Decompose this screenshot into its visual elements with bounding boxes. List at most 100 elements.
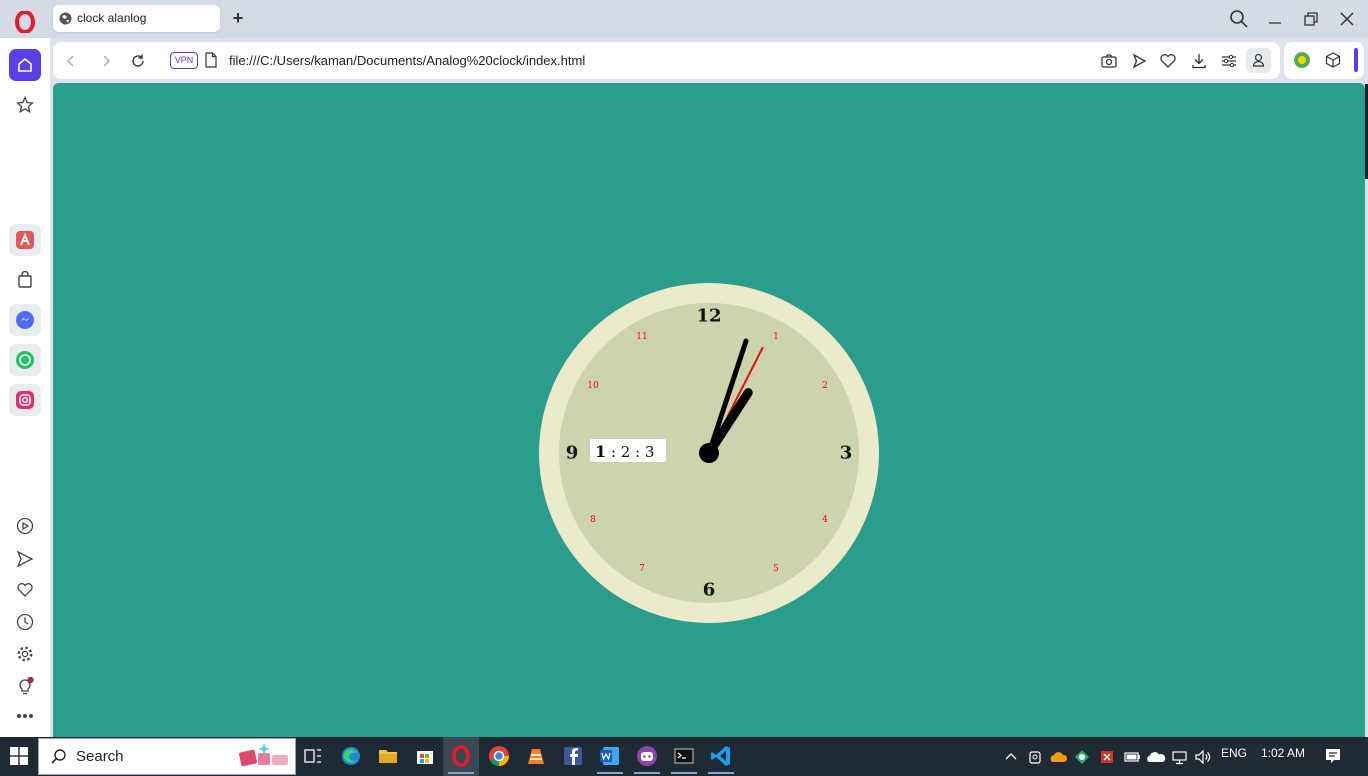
file-explorer-icon[interactable] <box>375 743 401 769</box>
search-label: Search <box>76 748 124 765</box>
onedrive-icon[interactable] <box>1146 748 1166 766</box>
sidebar-flow-button[interactable] <box>9 543 41 575</box>
network-icon[interactable] <box>1170 748 1190 766</box>
meet-now-icon[interactable] <box>1027 748 1045 766</box>
back-icon[interactable] <box>62 52 80 70</box>
more-icon <box>17 714 33 718</box>
digital-separator-1: : <box>606 443 621 461</box>
globe-icon <box>59 12 72 25</box>
download-icon[interactable] <box>1190 52 1208 70</box>
task-view-icon[interactable] <box>300 743 326 769</box>
gear-icon <box>17 646 33 662</box>
sidebar-settings-button[interactable] <box>9 638 41 670</box>
search-icon <box>51 749 66 764</box>
extensions-cube-icon[interactable] <box>1324 51 1342 69</box>
digital-time-readout: 1 : 2 : 3 <box>589 438 667 463</box>
browser-title-bar: clock alanlog + <box>0 0 1368 38</box>
minimize-icon[interactable] <box>1265 9 1285 29</box>
numeral-1: 1 <box>773 332 779 342</box>
sidebar-home-button[interactable] <box>9 49 41 81</box>
volume-icon[interactable] <box>1193 748 1213 766</box>
instagram-icon <box>16 391 34 409</box>
numeral-4: 4 <box>822 515 828 525</box>
url-field[interactable]: file:///C:/Users/kaman/Documents/Analog%… <box>229 53 585 68</box>
windows-start-icon[interactable] <box>10 747 28 765</box>
sidebar-instagram-button[interactable] <box>9 384 41 416</box>
sidebar-accent-bar <box>1354 48 1358 72</box>
show-hidden-icons-chevron-icon[interactable] <box>1003 749 1019 765</box>
profile-button[interactable] <box>1246 48 1271 73</box>
extensions-bar <box>1284 42 1364 79</box>
numeral-6: 6 <box>703 580 716 601</box>
sidebar-more-button[interactable] <box>9 700 41 732</box>
bookmark-heart-icon[interactable] <box>1159 52 1177 70</box>
file-page-icon[interactable] <box>204 52 218 68</box>
address-bar: VPN file:///C:/Users/kaman/Documents/Ana… <box>53 42 1280 79</box>
windows-taskbar: Search ENG 1:02 AM <box>0 737 1368 776</box>
network-app-icon[interactable] <box>1073 748 1091 766</box>
page-content: 12 3 6 9 1 2 4 5 7 8 10 11 1 : 2 : 3 <box>53 83 1365 737</box>
sidebar-history-button[interactable] <box>9 606 41 638</box>
easy-setup-icon[interactable] <box>1220 52 1238 70</box>
home-icon <box>18 57 32 72</box>
shopping-bag-icon <box>18 271 32 288</box>
digital-seconds: 3 <box>644 443 655 461</box>
clock-center-pivot <box>699 443 719 463</box>
sidebar-messenger-button[interactable] <box>9 304 41 336</box>
vlc-icon[interactable] <box>523 743 549 769</box>
digital-minutes: 2 <box>620 443 631 461</box>
send-icon <box>16 550 34 568</box>
battery-icon[interactable] <box>1122 748 1142 766</box>
star-icon <box>16 96 34 114</box>
extension-color-icon[interactable] <box>1293 51 1311 69</box>
discord-style-app-icon[interactable] <box>634 743 660 769</box>
digital-hours: 1 <box>595 442 607 461</box>
player-icon <box>16 517 34 535</box>
opera-logo-icon[interactable] <box>14 11 36 33</box>
opera-running-indicator <box>448 772 474 774</box>
taskbar-clock[interactable]: 1:02 AM <box>1261 746 1305 760</box>
reload-icon[interactable] <box>129 52 147 70</box>
whatsapp-icon <box>16 351 34 369</box>
facebook-icon[interactable] <box>560 743 586 769</box>
chrome-icon[interactable] <box>486 743 512 769</box>
forward-icon[interactable] <box>97 52 115 70</box>
send-to-flow-icon[interactable] <box>1130 52 1148 70</box>
opera-sidebar <box>0 38 50 738</box>
numeral-5: 5 <box>773 564 779 574</box>
word-icon[interactable] <box>597 743 623 769</box>
sidebar-speed-dial-button[interactable] <box>9 89 41 121</box>
numeral-11: 11 <box>636 332 647 342</box>
microsoft-store-icon[interactable] <box>412 743 438 769</box>
clock-history-icon <box>16 613 34 631</box>
word-running-indicator <box>597 772 623 774</box>
aria-icon <box>16 231 34 249</box>
numeral-3: 3 <box>840 443 853 464</box>
sidebar-aria-button[interactable] <box>9 224 41 256</box>
antivirus-alert-icon[interactable] <box>1098 748 1116 766</box>
sidebar-whatsapp-button[interactable] <box>9 344 41 376</box>
terminal-icon[interactable] <box>671 743 697 769</box>
sidebar-bookmarks-button[interactable] <box>9 574 41 606</box>
sidebar-player-button[interactable] <box>9 510 41 542</box>
snapshot-camera-icon[interactable] <box>1100 52 1118 70</box>
heart-icon <box>17 583 33 597</box>
tab-clock-alanlog[interactable]: clock alanlog <box>53 5 220 32</box>
search-tabs-icon[interactable] <box>1229 9 1249 29</box>
app-running-indicator <box>634 772 660 774</box>
restore-icon[interactable] <box>1301 9 1321 29</box>
notifications-icon[interactable] <box>1323 746 1343 766</box>
new-tab-button[interactable]: + <box>229 9 247 28</box>
opera-taskbar-icon[interactable] <box>448 743 474 769</box>
vscode-icon[interactable] <box>708 743 734 769</box>
sidebar-shopping-button[interactable] <box>9 264 41 296</box>
vpn-badge[interactable]: VPN <box>170 52 198 69</box>
sidebar-tips-button[interactable] <box>9 670 41 702</box>
user-icon <box>1252 53 1265 67</box>
language-indicator[interactable]: ENG <box>1221 746 1247 760</box>
digital-separator-2: : <box>630 443 645 461</box>
taskbar-search-box[interactable]: Search <box>38 738 296 775</box>
close-icon[interactable] <box>1337 9 1357 29</box>
edge-icon[interactable] <box>338 743 364 769</box>
cloud-sync-icon[interactable] <box>1049 748 1069 766</box>
